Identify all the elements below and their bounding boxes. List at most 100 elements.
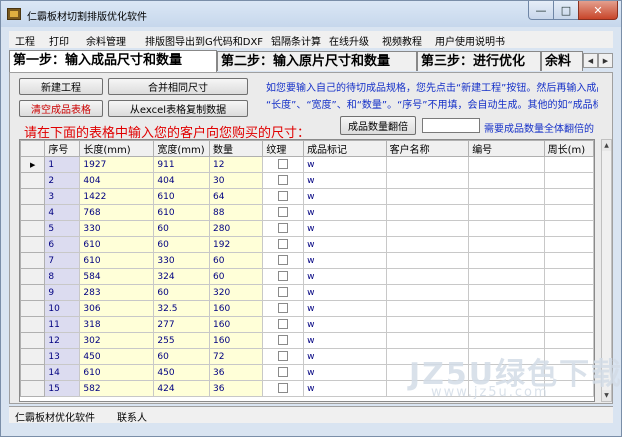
grain-checkbox[interactable] (278, 367, 289, 378)
cell-quantity[interactable]: 88 (208, 204, 264, 221)
cell-mark[interactable]: w (303, 380, 387, 397)
cell-mark[interactable]: w (303, 332, 387, 349)
cell-width[interactable]: 450 (153, 364, 210, 381)
cell-length[interactable]: 610 (79, 252, 155, 269)
tab-scroll-left-icon[interactable]: ◀ (583, 53, 598, 68)
cell-width[interactable]: 255 (153, 332, 210, 349)
row-selector[interactable] (20, 332, 46, 349)
cell-quantity[interactable]: 60 (208, 268, 264, 285)
cell-mark[interactable]: w (303, 300, 387, 317)
cell-grain[interactable] (262, 316, 305, 333)
grain-checkbox[interactable] (278, 271, 289, 282)
cell-mark[interactable]: w (303, 364, 387, 381)
cell-length[interactable]: 584 (79, 268, 155, 285)
cell-seq[interactable]: 11 (44, 316, 81, 333)
grain-checkbox[interactable] (278, 351, 289, 362)
cell-length[interactable]: 306 (79, 300, 155, 317)
menu-video-tutorial[interactable]: 视频教程 (382, 33, 422, 48)
table-row[interactable]: 3 1422 610 64 w (20, 188, 594, 205)
table-row[interactable]: 6 610 60 192 w (20, 236, 594, 253)
cell-mark[interactable]: w (303, 316, 387, 333)
cell-length[interactable]: 1927 (79, 156, 155, 173)
cell-grain[interactable] (262, 172, 305, 189)
grain-checkbox[interactable] (278, 207, 289, 218)
cell-customer[interactable] (385, 300, 470, 317)
grain-checkbox[interactable] (278, 335, 289, 346)
close-button[interactable]: ✕ (578, 1, 618, 20)
cell-seq[interactable]: 1 (44, 156, 81, 173)
multiply-factor-input[interactable] (422, 118, 480, 133)
cell-perimeter[interactable] (543, 220, 594, 237)
cell-mark[interactable]: w (303, 204, 387, 221)
maximize-button[interactable]: □ (553, 1, 579, 20)
cell-grain[interactable] (262, 268, 305, 285)
cell-grain[interactable] (262, 188, 305, 205)
cell-customer[interactable] (385, 156, 470, 173)
cell-width[interactable]: 277 (153, 316, 210, 333)
table-row[interactable]: ▶ 1 1927 911 12 w (20, 156, 594, 173)
cell-length[interactable]: 450 (79, 348, 155, 365)
cell-code[interactable] (468, 204, 545, 221)
cell-code[interactable] (468, 316, 545, 333)
cell-seq[interactable]: 13 (44, 348, 81, 365)
row-selector[interactable] (20, 316, 46, 333)
cell-code[interactable] (468, 332, 545, 349)
cell-seq[interactable]: 6 (44, 236, 81, 253)
cell-grain[interactable] (262, 364, 305, 381)
cell-width[interactable]: 911 (153, 156, 210, 173)
row-selector[interactable] (20, 236, 46, 253)
row-selector[interactable] (20, 204, 46, 221)
cell-code[interactable] (468, 300, 545, 317)
grain-checkbox[interactable] (278, 383, 289, 394)
cell-length[interactable]: 318 (79, 316, 155, 333)
cell-quantity[interactable]: 36 (208, 380, 264, 397)
table-row[interactable]: 10 306 32.5 160 w (20, 300, 594, 317)
menu-user-manual[interactable]: 用户使用说明书 (435, 33, 505, 48)
tab-scroll-right-icon[interactable]: ▶ (598, 53, 613, 68)
cell-perimeter[interactable] (543, 156, 594, 173)
menu-online-upgrade[interactable]: 在线升级 (329, 33, 369, 48)
grain-checkbox[interactable] (278, 287, 289, 298)
cell-code[interactable] (468, 188, 545, 205)
cell-quantity[interactable]: 12 (208, 156, 264, 173)
cell-grain[interactable] (262, 252, 305, 269)
row-selector[interactable] (20, 252, 46, 269)
table-row[interactable]: 2 404 404 30 w (20, 172, 594, 189)
cell-length[interactable]: 1422 (79, 188, 155, 205)
cell-seq[interactable]: 3 (44, 188, 81, 205)
minimize-button[interactable]: — (528, 1, 554, 20)
menu-print[interactable]: 打印 (49, 33, 69, 48)
cell-customer[interactable] (385, 332, 470, 349)
cell-quantity[interactable]: 36 (208, 364, 264, 381)
cell-code[interactable] (468, 252, 545, 269)
cell-code[interactable] (468, 284, 545, 301)
cell-grain[interactable] (262, 332, 305, 349)
cell-width[interactable]: 60 (153, 220, 210, 237)
cell-perimeter[interactable] (543, 252, 594, 269)
grain-checkbox[interactable] (278, 255, 289, 266)
cell-seq[interactable]: 14 (44, 364, 81, 381)
cell-mark[interactable]: w (303, 172, 387, 189)
cell-perimeter[interactable] (543, 316, 594, 333)
menu-aluminum-spacer[interactable]: 铝隔条计算 (271, 33, 321, 48)
menu-project[interactable]: 工程 (15, 33, 35, 48)
cell-grain[interactable] (262, 380, 305, 397)
menu-remnant-management[interactable]: 余料管理 (86, 33, 126, 48)
cell-perimeter[interactable] (543, 188, 594, 205)
row-selector[interactable] (20, 188, 46, 205)
table-row[interactable]: 4 768 610 88 w (20, 204, 594, 221)
cell-quantity[interactable]: 192 (208, 236, 264, 253)
cell-customer[interactable] (385, 284, 470, 301)
table-row[interactable]: 5 330 60 280 w (20, 220, 594, 237)
cell-code[interactable] (468, 172, 545, 189)
grain-checkbox[interactable] (278, 319, 289, 330)
row-selector[interactable] (20, 364, 46, 381)
column-header[interactable]: 序号 (44, 140, 81, 157)
cell-seq[interactable]: 9 (44, 284, 81, 301)
cell-quantity[interactable]: 60 (208, 252, 264, 269)
cell-seq[interactable]: 4 (44, 204, 81, 221)
cell-quantity[interactable]: 320 (208, 284, 264, 301)
cell-seq[interactable]: 12 (44, 332, 81, 349)
cell-seq[interactable]: 8 (44, 268, 81, 285)
clear-table-button[interactable]: 清空成品表格 (19, 100, 103, 117)
